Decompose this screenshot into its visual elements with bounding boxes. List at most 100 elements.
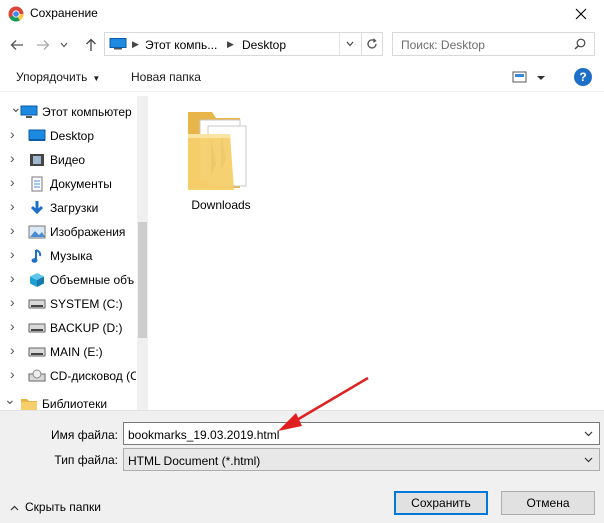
chevron-right-icon[interactable]: ›: [10, 342, 15, 358]
drive-icon: [28, 295, 46, 313]
chevron-right-icon[interactable]: ›: [10, 222, 15, 238]
tree-item[interactable]: › Изображения: [0, 220, 136, 244]
address-history-button[interactable]: [339, 33, 359, 55]
tree-item-label: Видео: [50, 153, 86, 167]
nav-pane-scroll-thumb[interactable]: [138, 222, 147, 338]
tree-item-label: Этот компьютер: [42, 105, 132, 119]
tree-item-label: BACKUP (D:): [50, 321, 123, 335]
help-button[interactable]: ?: [574, 68, 592, 86]
3d-objects-icon: [28, 271, 46, 289]
tree-item-label: MAIN (E:): [50, 345, 103, 359]
up-button[interactable]: [82, 36, 100, 54]
downloads-icon: [28, 199, 46, 217]
search-input[interactable]: Поиск: Desktop: [401, 38, 485, 52]
caret-down-icon: ▼: [92, 74, 101, 83]
chevron-right-icon: ▶: [227, 39, 234, 49]
tree-item-label: Изображения: [50, 225, 126, 239]
arrow-up-icon: [86, 38, 96, 51]
view-icon: [512, 71, 545, 83]
chevron-right-icon[interactable]: ›: [10, 246, 15, 262]
folder-item-label: Downloads: [191, 198, 251, 212]
search-icon: [574, 38, 586, 50]
refresh-icon: [367, 38, 377, 49]
tree-item[interactable]: › SYSTEM (C:): [0, 292, 136, 316]
arrow-right-icon: [37, 40, 50, 50]
breadcrumb-desktop[interactable]: Desktop: [242, 38, 286, 52]
chevron-right-icon[interactable]: ›: [10, 150, 15, 166]
tree-item[interactable]: ⌄ Этот компьютер: [0, 100, 136, 124]
chrome-icon: [8, 6, 24, 22]
music-icon: [28, 247, 46, 265]
navigation-pane: ⌄ Этот компьютер › Desktop › Видео › Документы ›…: [0, 96, 148, 410]
tree-item-label: Объемные объ: [50, 273, 135, 287]
chevron-right-icon[interactable]: ›: [10, 174, 15, 190]
window-title: Сохранение: [30, 6, 98, 20]
organize-button[interactable]: Упорядочить ▼: [16, 70, 100, 84]
documents-icon: [28, 175, 46, 193]
chevron-down-icon: [346, 41, 353, 47]
filename-field[interactable]: bookmarks_19.03.2019.html: [123, 422, 600, 445]
forward-button[interactable]: [34, 36, 52, 54]
close-icon: [575, 8, 587, 20]
arrow-left-icon: [10, 40, 23, 50]
filetype-label: Тип файла:: [54, 453, 118, 467]
refresh-button[interactable]: [361, 33, 382, 55]
drive-icon: [28, 343, 46, 361]
folder-icon: [188, 112, 247, 190]
folder-item-downloads[interactable]: Downloads: [178, 104, 264, 216]
computer-icon: [109, 38, 127, 50]
filename-label: Имя файла:: [51, 428, 118, 442]
tree-item[interactable]: › CD-дисковод (С: [0, 364, 136, 388]
tree-item[interactable]: › Desktop: [0, 124, 136, 148]
tree-item-label: Desktop: [50, 129, 95, 143]
chevron-right-icon[interactable]: ›: [10, 126, 15, 142]
breadcrumb-this-pc[interactable]: Этот компь...: [145, 38, 217, 52]
tree-item[interactable]: › Видео: [0, 148, 136, 172]
tree-item-label: Библиотеки: [42, 397, 108, 410]
chevron-down-icon: [584, 457, 593, 463]
cancel-button[interactable]: Отмена: [501, 491, 595, 515]
tree-item[interactable]: › Музыка: [0, 244, 136, 268]
chevron-down-icon: [584, 431, 593, 437]
chevron-up-icon: [10, 505, 19, 511]
chevron-right-icon[interactable]: ›: [10, 294, 15, 310]
filetype-value: HTML Document (*.html): [128, 454, 261, 468]
filename-input[interactable]: bookmarks_19.03.2019.html: [128, 428, 279, 442]
video-icon: [28, 151, 46, 169]
chevron-right-icon: ▶: [132, 39, 139, 49]
chevron-down-icon: [60, 42, 68, 48]
organize-label: Упорядочить: [16, 70, 88, 84]
tree-item[interactable]: › Объемные объ: [0, 268, 136, 292]
tree-item[interactable]: › Загрузки: [0, 196, 136, 220]
hide-folders-label: Скрыть папки: [25, 500, 101, 514]
save-button[interactable]: Сохранить: [394, 491, 488, 515]
chevron-right-icon[interactable]: ›: [10, 318, 15, 334]
libraries-icon: [20, 395, 38, 410]
recent-locations-button[interactable]: [58, 36, 70, 54]
chevron-right-icon[interactable]: ›: [10, 198, 15, 214]
computer-icon: [20, 103, 38, 121]
cd-drive-icon: [28, 367, 46, 385]
pictures-icon: [28, 223, 46, 241]
chevron-right-icon[interactable]: ›: [10, 270, 15, 286]
view-options-button[interactable]: [512, 70, 548, 86]
hide-folders-toggle[interactable]: Скрыть папки: [10, 500, 101, 514]
tree-item[interactable]: ⌄ Библиотеки: [0, 392, 136, 410]
tree-item-label: CD-дисковод (С: [50, 369, 136, 383]
tree-item[interactable]: › MAIN (E:): [0, 340, 136, 364]
tree-item-label: Документы: [50, 177, 112, 191]
chevron-down-icon[interactable]: ⌄: [4, 392, 16, 408]
chevron-right-icon[interactable]: ›: [10, 366, 15, 382]
title-bar: Сохранение: [0, 0, 604, 28]
tree-item[interactable]: › Документы: [0, 172, 136, 196]
search-box[interactable]: Поиск: Desktop: [392, 32, 595, 56]
back-button[interactable]: [8, 36, 26, 54]
tree-item[interactable]: › BACKUP (D:): [0, 316, 136, 340]
close-button[interactable]: [558, 0, 604, 28]
tree-item-label: Музыка: [50, 249, 93, 263]
desktop-icon: [28, 127, 46, 145]
tree-item-label: SYSTEM (C:): [50, 297, 123, 311]
new-folder-button[interactable]: Новая папка: [131, 70, 201, 84]
filetype-select[interactable]: HTML Document (*.html): [123, 448, 600, 471]
drive-icon: [28, 319, 46, 337]
